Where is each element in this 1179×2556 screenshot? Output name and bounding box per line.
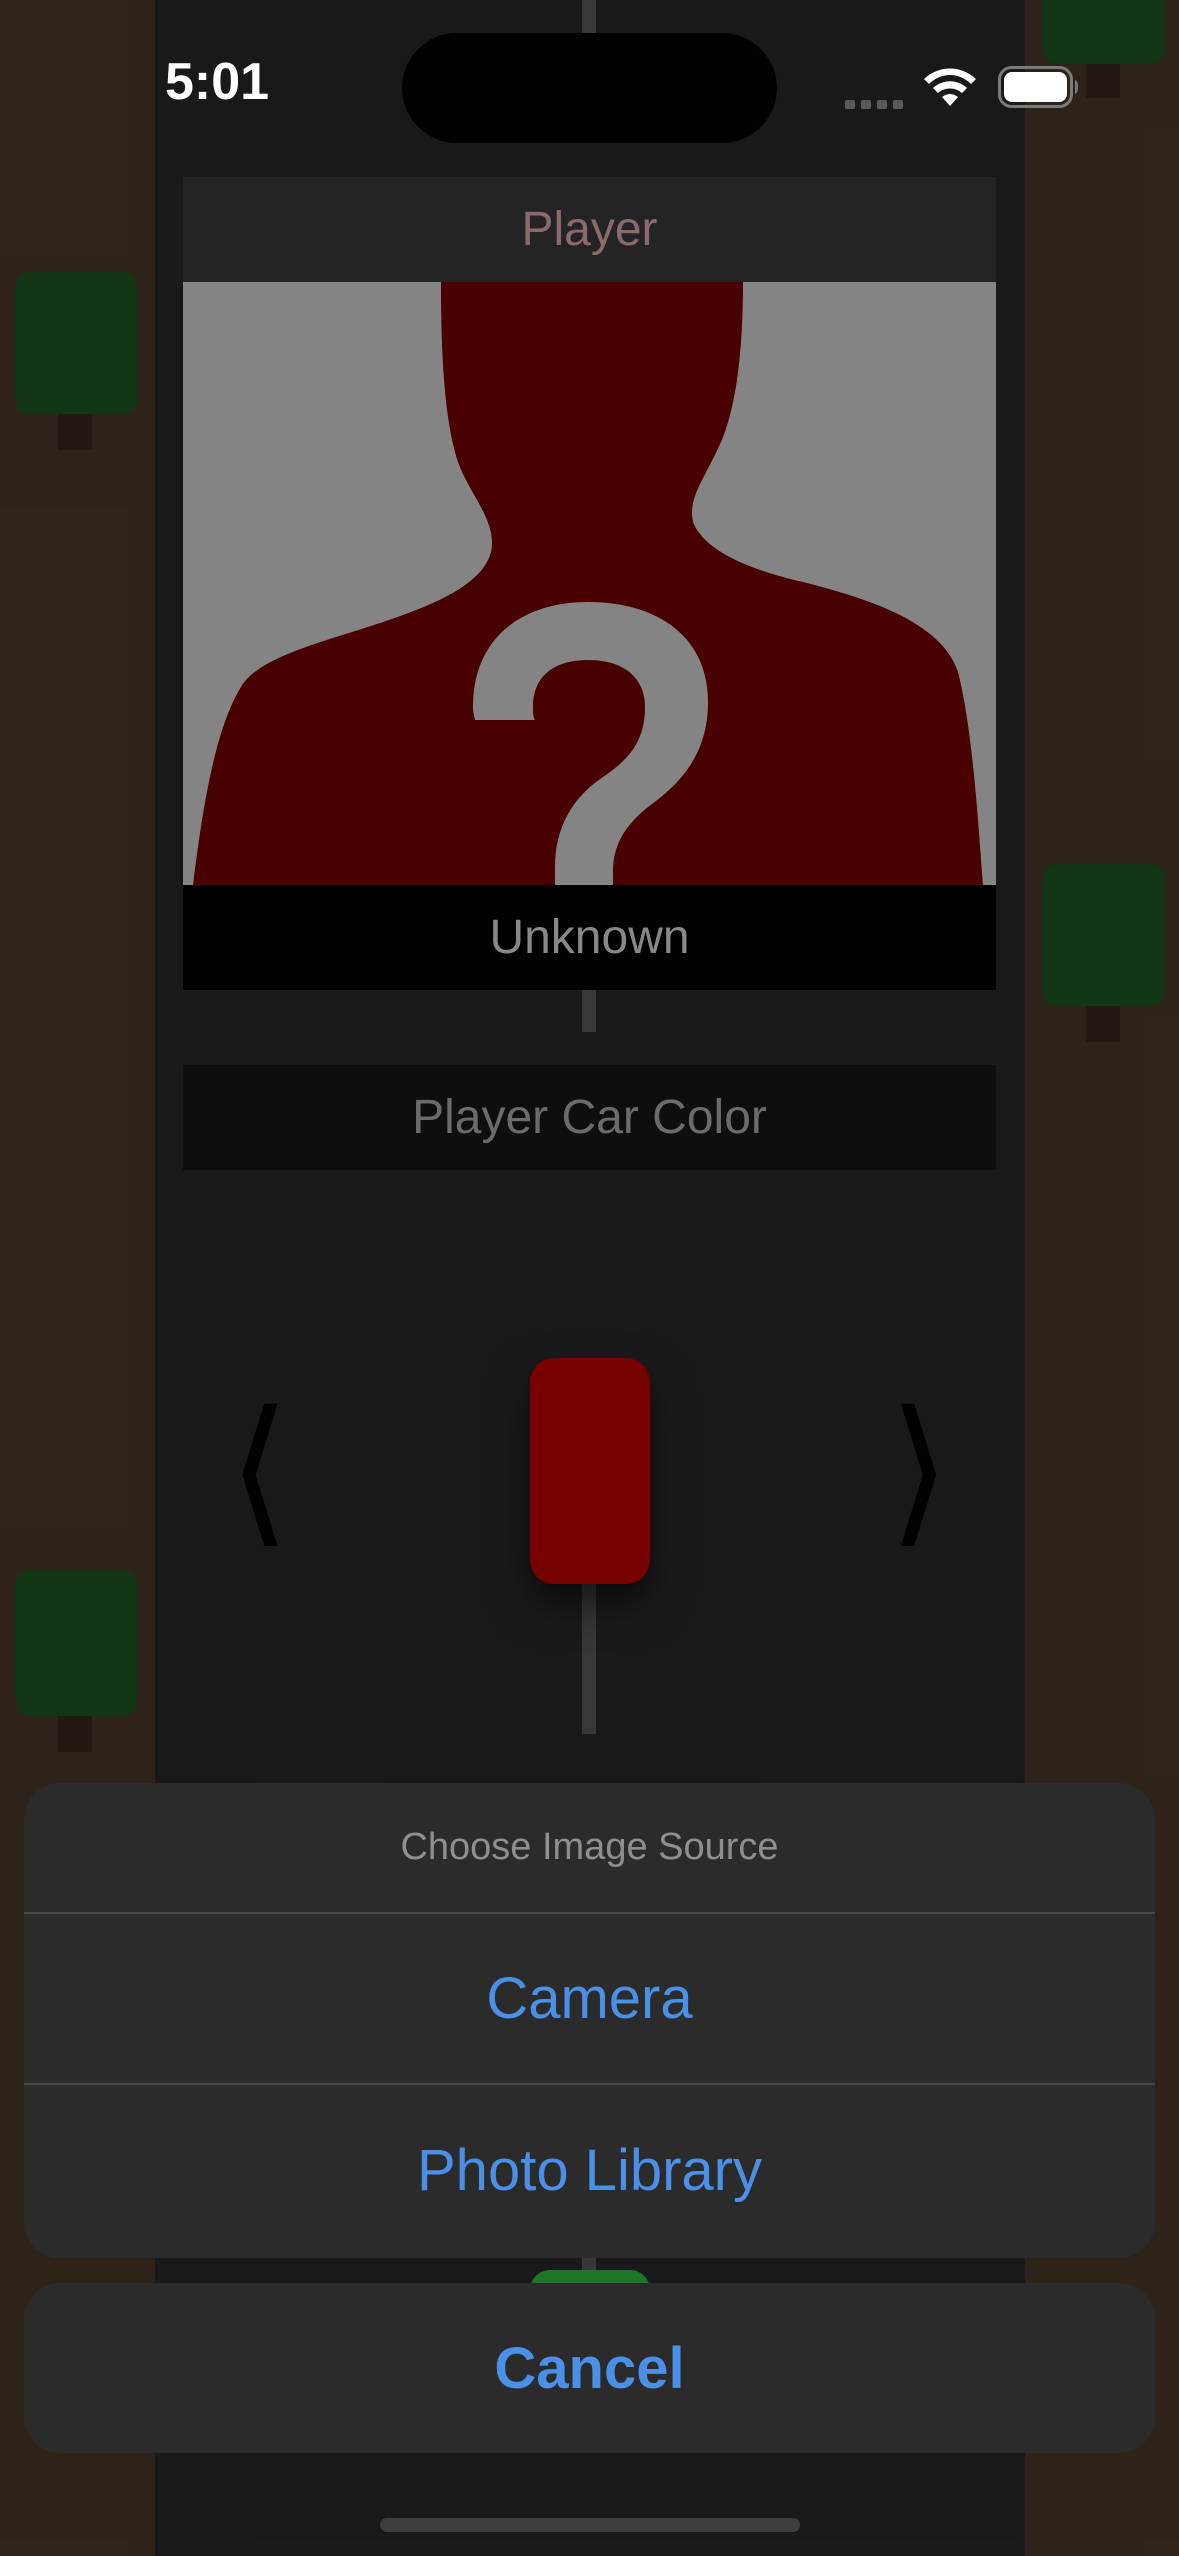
- player-header-label: Player: [521, 203, 658, 256]
- image-source-action-sheet: Choose Image Source Camera Photo Library: [24, 1783, 1155, 2258]
- wifi-icon: [922, 66, 978, 113]
- camera-button[interactable]: Camera: [24, 1914, 1155, 2085]
- battery-icon: [998, 66, 1080, 113]
- status-time: 5:01: [165, 53, 270, 111]
- action-sheet-title: Choose Image Source: [24, 1783, 1155, 1914]
- signal-icon: [845, 95, 905, 116]
- photo-library-button[interactable]: Photo Library: [24, 2085, 1155, 2256]
- dynamic-island: [402, 33, 777, 143]
- home-indicator[interactable]: [380, 2518, 800, 2532]
- cancel-button[interactable]: Cancel: [24, 2283, 1155, 2453]
